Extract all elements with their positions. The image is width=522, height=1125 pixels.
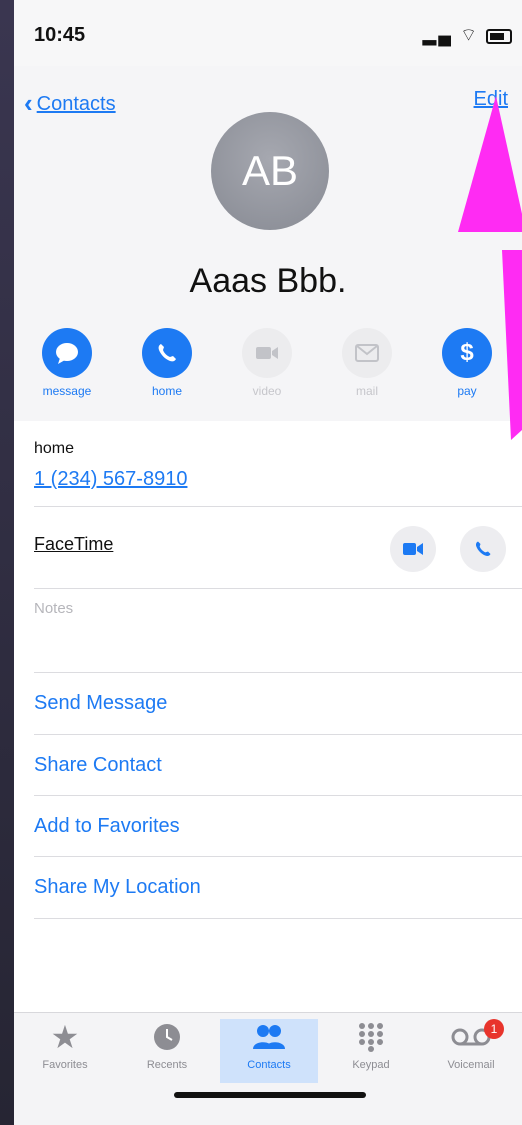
keypad-icon bbox=[359, 1023, 383, 1052]
divider bbox=[34, 672, 522, 673]
envelope-icon bbox=[342, 328, 392, 378]
tab-label: Voicemail bbox=[447, 1059, 495, 1071]
call-action-button[interactable]: home bbox=[127, 328, 207, 398]
tab-favorites[interactable]: ★ Favorites bbox=[16, 1019, 114, 1083]
dollar-icon: $ bbox=[442, 328, 492, 378]
video-action-button[interactable]: video bbox=[227, 328, 307, 398]
pay-action-label: pay bbox=[457, 384, 477, 398]
divider bbox=[34, 734, 522, 735]
facetime-label: FaceTime bbox=[34, 534, 114, 554]
voicemail-badge: 1 bbox=[484, 1019, 504, 1039]
share-contact-link[interactable]: Share Contact bbox=[34, 754, 162, 777]
edit-button[interactable]: Edit bbox=[474, 88, 508, 111]
back-button-label: Contacts bbox=[36, 93, 116, 115]
divider bbox=[34, 506, 522, 507]
contact-name: Aaas Bbb. bbox=[189, 262, 347, 300]
tab-voicemail[interactable]: 1 Voicemail bbox=[422, 1019, 520, 1083]
pay-action-button[interactable]: $ pay bbox=[427, 328, 507, 398]
facetime-video-button[interactable] bbox=[390, 526, 436, 572]
chevron-left-icon: ‹ bbox=[24, 88, 33, 118]
home-indicator[interactable] bbox=[174, 1092, 366, 1098]
tab-keypad[interactable]: Keypad bbox=[322, 1019, 420, 1083]
tab-label: Favorites bbox=[42, 1059, 88, 1071]
add-to-favorites-link[interactable]: Add to Favorites bbox=[34, 815, 180, 838]
people-icon bbox=[253, 1025, 285, 1049]
tab-label: Contacts bbox=[247, 1059, 291, 1071]
video-action-label: video bbox=[252, 384, 282, 398]
message-action-label: message bbox=[42, 384, 92, 398]
phone-number-link[interactable]: 1 (234) 567-8910 bbox=[34, 468, 187, 491]
facetime-audio-button[interactable] bbox=[460, 526, 506, 572]
contact-header: ‹ Contacts Edit AB Aaas Bbb. message home… bbox=[14, 66, 522, 421]
tab-recents[interactable]: Recents bbox=[118, 1019, 216, 1083]
share-my-location-link[interactable]: Share My Location bbox=[34, 876, 201, 899]
message-action-button[interactable]: message bbox=[27, 328, 107, 398]
call-action-label: home bbox=[151, 384, 183, 398]
divider bbox=[34, 918, 522, 919]
send-message-link[interactable]: Send Message bbox=[34, 692, 167, 715]
divider bbox=[34, 856, 522, 857]
divider bbox=[34, 588, 522, 589]
tab-label: Recents bbox=[146, 1059, 188, 1071]
tab-contacts[interactable]: Contacts bbox=[220, 1019, 318, 1083]
tab-label: Keypad bbox=[352, 1059, 390, 1071]
clock-icon bbox=[154, 1024, 180, 1050]
avatar-initials: AB bbox=[241, 147, 299, 194]
status-bar: 10:45 ▂▄ ⌔ bbox=[14, 0, 522, 66]
mail-action-button[interactable]: mail bbox=[327, 328, 407, 398]
back-button[interactable]: ‹ Contacts bbox=[24, 88, 116, 119]
divider bbox=[34, 795, 522, 796]
tab-bar: ★ Favorites Recents Contacts Keypad 1 Vo… bbox=[14, 1012, 522, 1125]
notes-field[interactable]: Notes bbox=[34, 600, 73, 617]
message-bubble-icon bbox=[42, 328, 92, 378]
device-frame-edge bbox=[0, 0, 14, 1125]
phone-icon bbox=[476, 541, 491, 556]
status-time: 10:45 bbox=[34, 24, 86, 46]
star-icon: ★ bbox=[50, 1019, 80, 1055]
video-camera-icon bbox=[242, 328, 292, 378]
phone-type-label: home bbox=[34, 440, 75, 457]
phone-screen: 10:45 ▂▄ ⌔ ‹ Contacts Edit AB Aaas Bbb. m… bbox=[14, 0, 522, 1125]
video-camera-icon bbox=[403, 543, 423, 555]
signal-icon: ▂▄ bbox=[422, 25, 454, 45]
battery-icon bbox=[486, 28, 512, 44]
avatar: AB bbox=[211, 112, 329, 230]
phone-icon bbox=[142, 328, 192, 378]
wifi-icon: ⌔ bbox=[460, 25, 479, 45]
mail-action-label: mail bbox=[355, 384, 378, 398]
status-icons: ▂▄ ⌔ bbox=[422, 24, 512, 47]
